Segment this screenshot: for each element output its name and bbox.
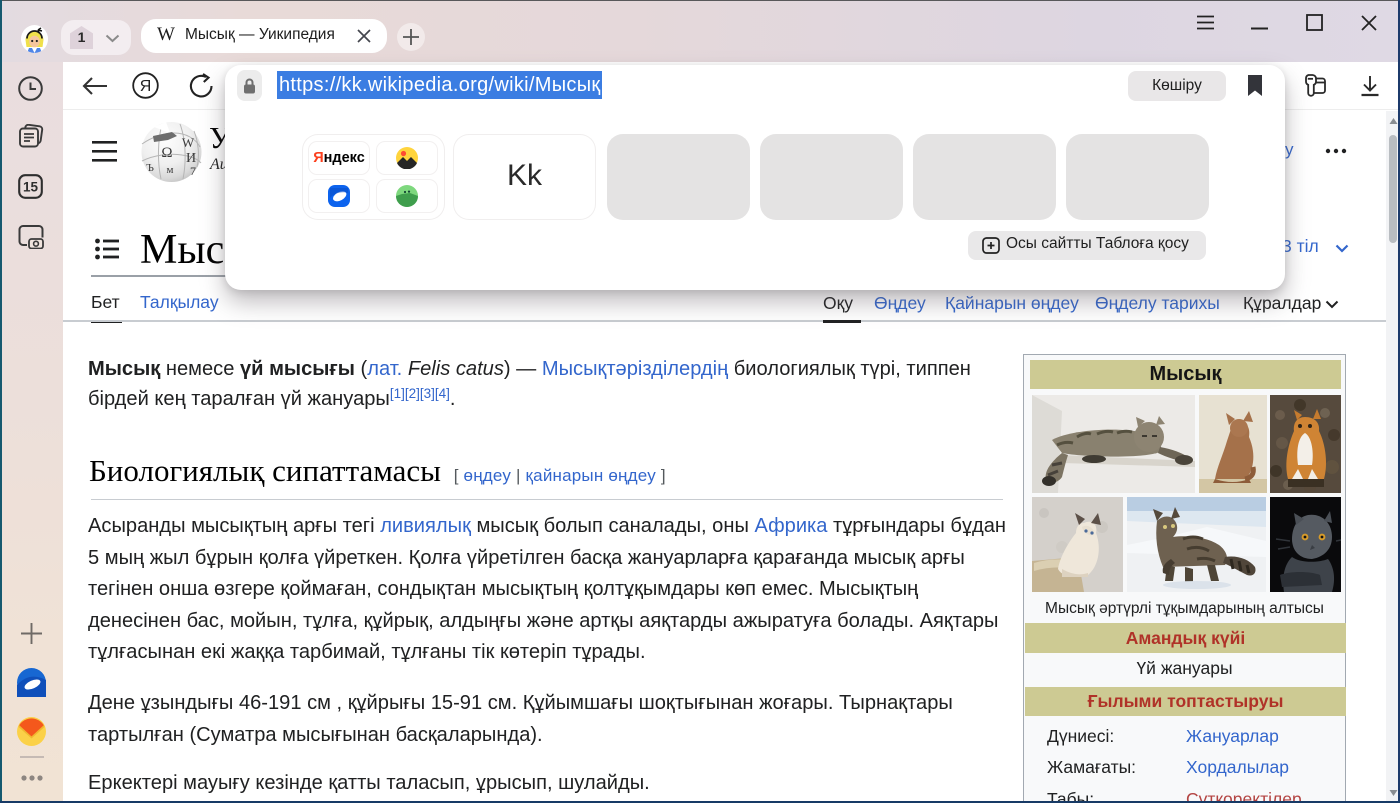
svg-text:15: 15 [23, 180, 39, 195]
svg-text:W: W [182, 135, 195, 150]
svg-text:7: 7 [190, 164, 196, 178]
svg-text:Ъ: Ъ [146, 162, 154, 174]
svg-text:м: м [167, 164, 174, 176]
svg-text:Я: Я [140, 78, 152, 95]
svg-text:Ω: Ω [161, 145, 172, 161]
